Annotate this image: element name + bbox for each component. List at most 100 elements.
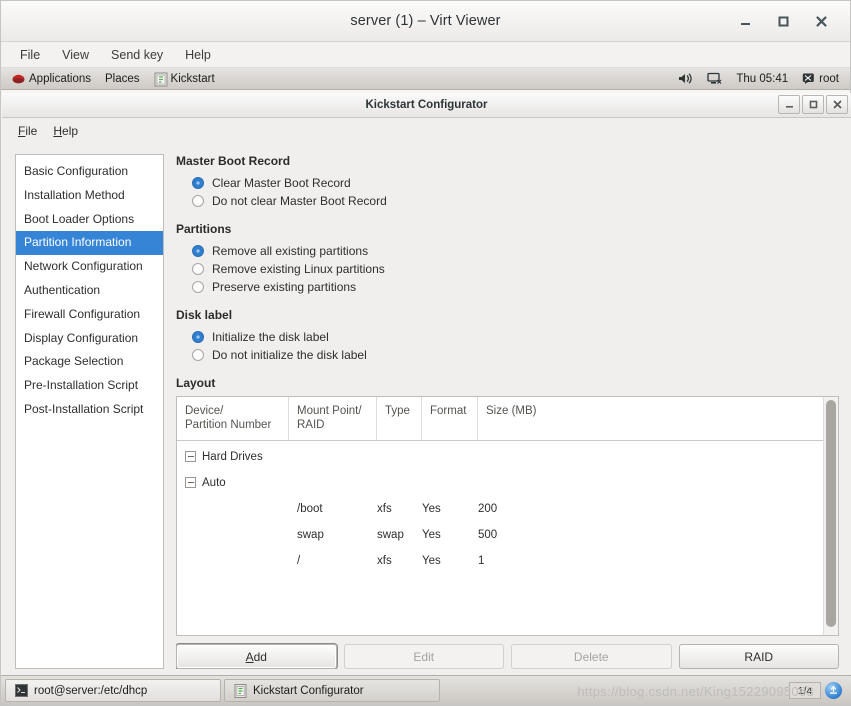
ks-minimize-icon[interactable] [778,95,800,114]
sidebar-item-basic-configuration[interactable]: Basic Configuration [16,160,163,184]
column-header-type[interactable]: Type [377,397,422,440]
row-size: 500 [478,528,498,541]
sidebar-item-pre-installation-script[interactable]: Pre-Installation Script [16,374,163,398]
ks-menu-file[interactable]: File [10,121,45,141]
sidebar-item-boot-loader-options[interactable]: Boot Loader Options [16,208,163,232]
applications-menu[interactable]: Applications [5,69,98,89]
taskbar-item-terminal[interactable]: root@server:/etc/dhcp [5,679,221,702]
maximize-icon[interactable] [774,13,792,31]
workspace-switcher[interactable]: 1/4 [789,682,848,699]
add-button[interactable]: Add [176,644,337,669]
radio-do-not-clear-mbr[interactable]: Do not clear Master Boot Record [176,192,839,210]
ks-close-icon[interactable] [826,95,848,114]
window-title-kickstart[interactable]: Kickstart [147,69,222,89]
ks-menu-help[interactable]: Help [45,121,86,141]
column-header-size[interactable]: Size (MB) [478,397,823,440]
row-mount-point: swap [297,528,324,541]
tree-group-auto-cell: Auto [177,477,289,489]
radio-do-not-initialize-disk-label-indicator[interactable] [192,349,204,361]
sidebar-item-package-selection[interactable]: Package Selection [16,350,163,374]
table-row[interactable]: /boot xfs Yes 200 [177,496,823,522]
user-icon [802,73,814,84]
user-label: root [819,72,839,85]
minus-box-icon[interactable] [185,451,196,463]
sidebar-item-partition-information[interactable]: Partition Information [16,231,163,256]
row-type: xfs [377,554,392,567]
user-menu[interactable]: root [795,69,846,89]
kickstart-window-label: Kickstart [170,72,215,85]
column-header-mount-point[interactable]: Mount Point/ RAID [289,397,377,440]
radio-remove-all-partitions-indicator[interactable] [192,245,204,257]
edit-button[interactable]: Edit [343,644,504,669]
layout-button-row: Add Edit Delete RAID [176,644,839,669]
ks-menu-help-mnemonic: H [53,124,63,138]
radio-initialize-disk-label[interactable]: Initialize the disk label [176,328,839,346]
sidebar-item-network-configuration[interactable]: Network Configuration [16,255,163,279]
close-icon[interactable] [812,13,830,31]
column-header-format[interactable]: Format [422,397,478,440]
ks-menu-file-rest: ile [25,124,38,138]
volume-icon[interactable] [671,69,700,89]
tree-group-auto[interactable]: Auto [177,470,823,496]
vertical-scrollbar-thumb[interactable] [826,400,836,628]
minimize-icon[interactable] [736,13,754,31]
menu-file[interactable]: File [11,45,49,65]
minus-box-icon[interactable] [185,477,196,489]
sidebar-item-authentication[interactable]: Authentication [16,279,163,303]
table-row[interactable]: swap swap Yes 500 [177,522,823,548]
tree-group-hard-drives-label: Hard Drives [202,450,263,463]
sidebar-item-display-configuration[interactable]: Display Configuration [16,327,163,351]
vertical-scrollbar[interactable] [823,397,838,635]
menu-help[interactable]: Help [176,45,220,65]
table-row[interactable]: / xfs Yes 1 [177,548,823,574]
sidebar-item-post-installation-script[interactable]: Post-Installation Script [16,398,163,422]
radio-do-not-clear-mbr-indicator[interactable] [192,195,204,207]
taskbar-item-kickstart[interactable]: Kickstart Configurator [224,679,440,702]
radio-do-not-initialize-disk-label[interactable]: Do not initialize the disk label [176,346,839,364]
partitions-group-title: Partitions [176,222,232,236]
delete-button[interactable]: Delete [511,644,672,669]
workspace-switcher-icon[interactable] [825,682,842,699]
radio-remove-all-partitions-label: Remove all existing partitions [212,244,369,258]
workspace-indicator[interactable]: 1/4 [789,682,821,699]
virt-viewer-menubar: File View Send key Help [1,42,850,68]
row-mount-point: /boot [297,502,323,515]
layout-table-body: Hard Drives Auto /boot xfs Yes 200 swap … [177,441,823,635]
kickstart-titlebar: Kickstart Configurator [2,93,851,118]
radio-remove-all-partitions[interactable]: Remove all existing partitions [176,242,839,260]
radio-remove-linux-partitions-indicator[interactable] [192,263,204,275]
radio-remove-linux-partitions[interactable]: Remove existing Linux partitions [176,260,839,278]
delete-button-label: Delete [573,649,609,664]
row-format: Yes [422,502,441,515]
clock[interactable]: Thu 05:41 [729,69,795,89]
radio-initialize-disk-label-label: Initialize the disk label [212,330,329,344]
mbr-group-title: Master Boot Record [176,154,291,168]
radio-initialize-disk-label-indicator[interactable] [192,331,204,343]
ks-maximize-icon[interactable] [802,95,824,114]
row-size: 200 [478,502,498,515]
sidebar: Basic Configuration Installation Method … [15,154,164,669]
taskbar-item-kickstart-label: Kickstart Configurator [253,684,364,697]
sidebar-item-installation-method[interactable]: Installation Method [16,184,163,208]
radio-clear-mbr-indicator[interactable] [192,177,204,189]
tree-group-hard-drives[interactable]: Hard Drives [177,444,823,470]
menu-send-key[interactable]: Send key [102,45,172,65]
applications-label: Applications [29,72,92,85]
ks-menu-help-rest: elp [62,124,79,138]
kickstart-icon [234,684,247,698]
raid-button[interactable]: RAID [678,644,839,669]
network-icon[interactable] [700,69,729,89]
raid-button-label: RAID [744,649,774,664]
radio-preserve-partitions[interactable]: Preserve existing partitions [176,278,839,296]
sidebar-item-firewall-configuration[interactable]: Firewall Configuration [16,303,163,327]
row-size: 1 [478,554,485,567]
places-menu[interactable]: Places [98,69,147,89]
menu-view[interactable]: View [53,45,98,65]
tree-group-hard-drives-cell: Hard Drives [177,451,289,463]
gnome-top-panel: Applications Places Kickstart Thu 05:41 … [1,68,850,90]
radio-clear-mbr[interactable]: Clear Master Boot Record [176,174,839,192]
virt-viewer-titlebar: server (1) – Virt Viewer [1,1,850,42]
radio-preserve-partitions-indicator[interactable] [192,281,204,293]
column-header-device[interactable]: Device/ Partition Number [177,397,289,440]
